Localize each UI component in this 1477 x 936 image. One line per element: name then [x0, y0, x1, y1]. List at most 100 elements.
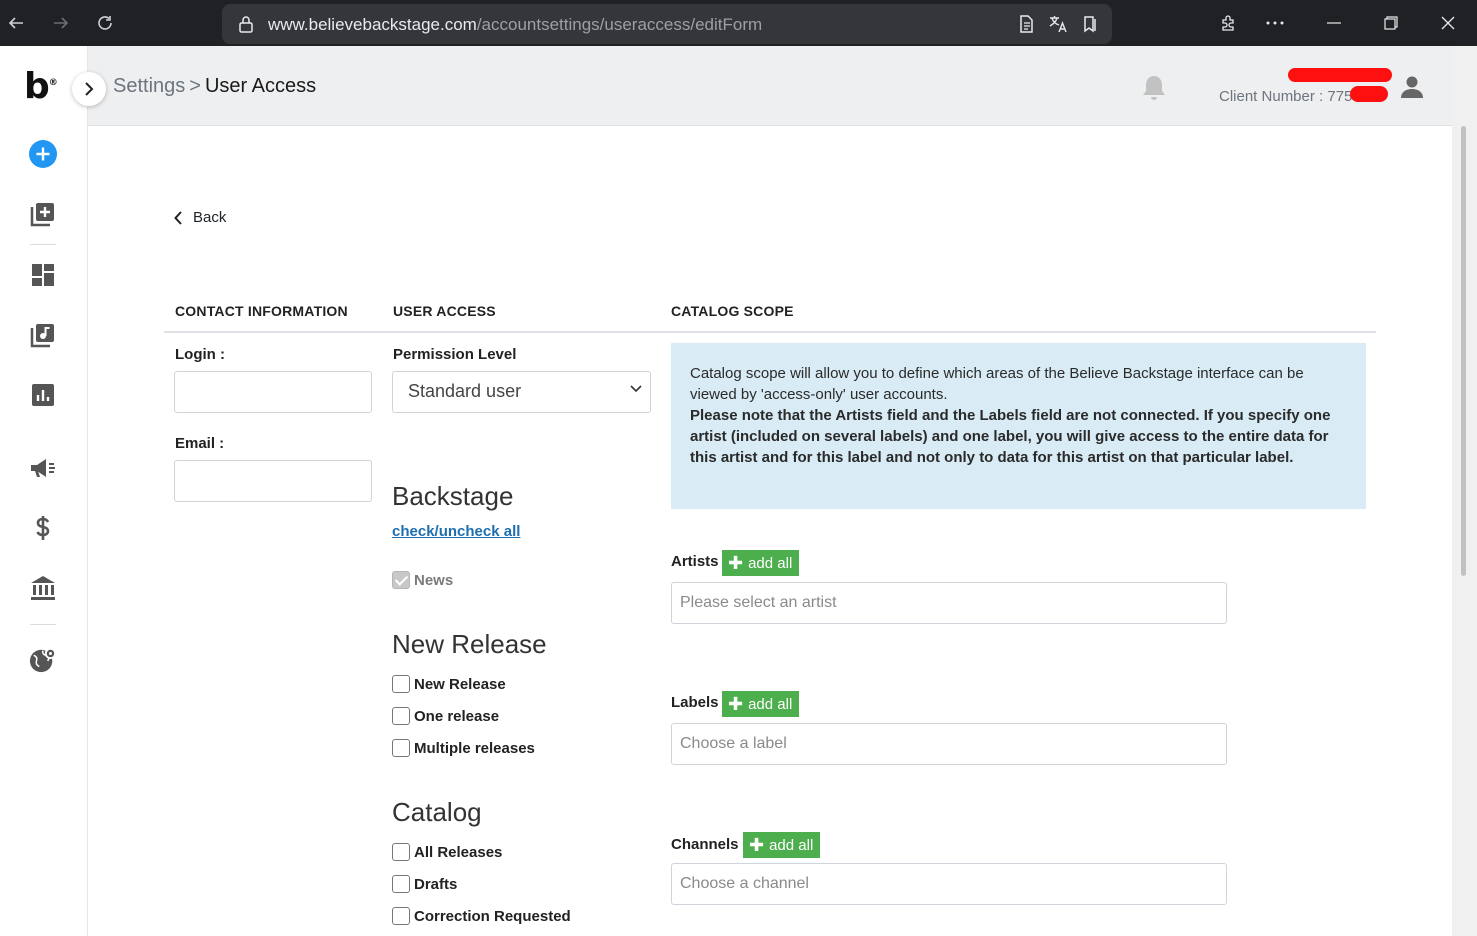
url-path: /accountsettings/useraccess/editForm	[476, 15, 763, 34]
browser-forward-icon[interactable]	[48, 10, 74, 36]
breadcrumb: Settings > User Access	[113, 75, 316, 98]
translate-icon[interactable]	[1048, 14, 1068, 39]
client-number: Client Number : 775	[1219, 88, 1353, 105]
one-release-checkbox[interactable]	[392, 707, 410, 725]
catalog-library-icon[interactable]	[29, 321, 57, 349]
channels-label: Channels	[671, 836, 739, 853]
lock-icon	[238, 15, 254, 38]
back-link[interactable]: Back	[174, 209, 226, 226]
add-release-icon[interactable]	[29, 200, 57, 228]
login-label: Login :	[175, 346, 225, 363]
catalog-scope-heading: CATALOG SCOPE	[671, 303, 794, 319]
logo-registered-mark: ®	[48, 78, 58, 88]
sidebar: b®	[0, 46, 88, 936]
address-bar[interactable]: www.believebackstage.com/accountsettings…	[222, 4, 1112, 44]
all-releases-checkbox[interactable]	[392, 843, 410, 861]
chevron-right-icon	[85, 82, 94, 96]
artists-add-all-label: add all	[748, 554, 793, 572]
new-release-checkbox-row: New Release	[392, 675, 506, 693]
page-scrollbar[interactable]	[1452, 46, 1477, 936]
logo-letter: b	[24, 66, 50, 107]
plus-icon: ✚	[728, 694, 744, 714]
one-release-label: One release	[414, 707, 500, 725]
backstage-section-title: Backstage	[392, 481, 514, 511]
labels-select-input[interactable]	[671, 723, 1227, 765]
catalog-scope-info-box: Catalog scope will allow you to define w…	[671, 343, 1366, 509]
email-label: Email :	[175, 435, 225, 452]
channels-add-all-button[interactable]: ✚ add all	[743, 832, 821, 858]
back-label: Back	[193, 209, 227, 226]
drafts-checkbox-row: Drafts	[392, 875, 457, 893]
chevron-left-icon	[174, 210, 182, 225]
breadcrumb-settings-link[interactable]: Settings	[113, 75, 185, 97]
global-settings-icon[interactable]	[29, 646, 57, 674]
one-release-checkbox-row: One release	[392, 707, 499, 725]
multiple-releases-label: Multiple releases	[414, 739, 535, 757]
permission-level-label: Permission Level	[393, 346, 517, 363]
expand-sidebar-button[interactable]	[72, 72, 106, 106]
notification-bell-icon[interactable]	[1141, 73, 1167, 106]
all-releases-label: All Releases	[414, 843, 503, 861]
drafts-label: Drafts	[414, 875, 458, 893]
all-releases-checkbox-row: All Releases	[392, 843, 502, 861]
new-release-label: New Release	[414, 675, 506, 693]
minimize-icon[interactable]	[1323, 12, 1345, 34]
extensions-icon[interactable]	[1218, 12, 1240, 34]
catalog-section-title: Catalog	[392, 797, 482, 827]
section-divider	[164, 331, 1376, 333]
browser-chrome: www.believebackstage.com/accountsettings…	[0, 0, 1477, 46]
contact-information-heading: CONTACT INFORMATION	[175, 303, 348, 319]
main-content: Back CONTACT INFORMATION USER ACCESS CAT…	[88, 127, 1452, 936]
labels-label: Labels	[671, 694, 719, 711]
user-name-redacted	[1288, 68, 1392, 82]
correction-requested-checkbox-row: Correction Requested	[392, 907, 571, 925]
channels-add-all-label: add all	[769, 836, 814, 854]
info-warning-text: Please note that the Artists field and t…	[690, 407, 1331, 466]
top-header: Settings > User Access Client Number : 775	[72, 46, 1452, 126]
restore-icon[interactable]	[1380, 12, 1402, 34]
permission-level-select[interactable]: Standard user	[392, 371, 651, 413]
artists-select-input[interactable]	[671, 582, 1227, 624]
check-uncheck-all-link[interactable]: check/uncheck all	[392, 523, 520, 540]
email-input[interactable]	[174, 460, 372, 502]
dollar-icon[interactable]	[29, 514, 57, 542]
scrollbar-thumb[interactable]	[1461, 126, 1466, 576]
artists-add-all-button[interactable]: ✚ add all	[722, 550, 800, 576]
close-window-icon[interactable]	[1437, 12, 1459, 34]
labels-add-all-button[interactable]: ✚ add all	[722, 691, 800, 717]
plus-icon: ✚	[749, 835, 765, 855]
permission-level-value: Standard user	[408, 381, 522, 401]
chevron-down-icon	[630, 385, 642, 393]
favorites-icon[interactable]	[1080, 14, 1100, 39]
artists-label: Artists	[671, 553, 719, 570]
reader-mode-icon[interactable]	[1016, 14, 1036, 39]
more-icon[interactable]	[1264, 12, 1286, 34]
analytics-icon[interactable]	[29, 381, 57, 409]
bank-icon[interactable]	[29, 574, 57, 602]
info-text: Catalog scope will allow you to define w…	[690, 365, 1304, 403]
breadcrumb-separator: >	[189, 75, 201, 97]
browser-back-icon[interactable]	[3, 10, 29, 36]
dashboard-icon[interactable]	[29, 261, 57, 289]
url-host: www.believebackstage.com	[268, 15, 477, 34]
create-plus-icon[interactable]	[29, 140, 57, 168]
plus-icon: ✚	[728, 553, 744, 573]
correction-requested-checkbox[interactable]	[392, 907, 410, 925]
channels-select-input[interactable]	[671, 863, 1227, 905]
user-access-heading: USER ACCESS	[393, 303, 496, 319]
correction-requested-label: Correction Requested	[414, 907, 571, 925]
drafts-checkbox[interactable]	[392, 875, 410, 893]
news-checkbox-row: News	[392, 571, 453, 589]
new-release-checkbox[interactable]	[392, 675, 410, 693]
news-label: News	[414, 571, 454, 589]
user-account-icon[interactable]	[1399, 74, 1425, 105]
promotion-megaphone-icon[interactable]	[29, 454, 57, 482]
multiple-releases-checkbox-row: Multiple releases	[392, 739, 535, 757]
news-checkbox[interactable]	[392, 571, 410, 589]
multiple-releases-checkbox[interactable]	[392, 739, 410, 757]
login-input[interactable]	[174, 371, 372, 413]
client-number-redaction	[1350, 86, 1388, 102]
believe-logo[interactable]: b®	[24, 66, 58, 107]
url-text: www.believebackstage.com/accountsettings…	[268, 15, 762, 35]
browser-refresh-icon[interactable]	[92, 10, 118, 36]
